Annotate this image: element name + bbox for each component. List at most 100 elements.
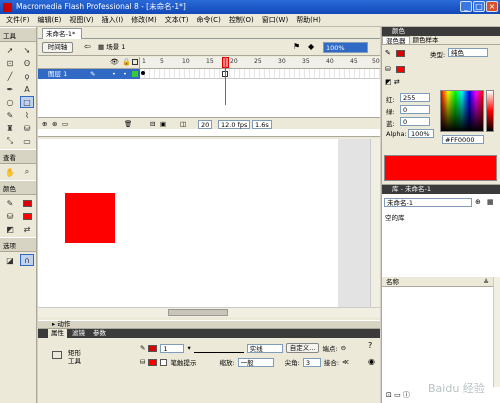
- library-panel-header[interactable]: 库 - 未命名-1: [382, 185, 500, 194]
- zoom-select[interactable]: 100%: [323, 42, 368, 53]
- insert-layer-icon[interactable]: ⊕: [42, 120, 47, 128]
- stroke-color-swatch[interactable]: [20, 197, 34, 209]
- menu-commands[interactable]: 命令(C): [192, 15, 224, 25]
- free-transform-tool-icon[interactable]: ⊡: [3, 57, 17, 69]
- edit-multiple-frames-icon[interactable]: ◫: [180, 120, 186, 128]
- stroke-style-select[interactable]: 实线: [246, 343, 283, 353]
- library-column-header[interactable]: 名称 ≜: [382, 277, 493, 287]
- brightness-slider[interactable]: [486, 90, 494, 132]
- tab-filters[interactable]: 滤镜: [69, 329, 88, 338]
- menu-file[interactable]: 文件(F): [2, 15, 34, 25]
- tab-color-swatches[interactable]: 颜色样本: [410, 36, 442, 44]
- lasso-alt-icon[interactable]: ϙ: [20, 70, 34, 82]
- pin-library-icon[interactable]: ⊕: [475, 198, 481, 206]
- mixer-stroke-swatch[interactable]: [396, 50, 405, 57]
- hinting-checkbox[interactable]: [160, 358, 168, 366]
- hand-tool-icon[interactable]: ✋: [3, 166, 17, 178]
- menu-control[interactable]: 控制(O): [225, 15, 258, 25]
- fill-color-swatch[interactable]: [20, 210, 34, 222]
- color-panel-header[interactable]: 颜色: [382, 27, 500, 36]
- lock-icon[interactable]: 🔒: [122, 58, 131, 66]
- menu-insert[interactable]: 插入(I): [98, 15, 128, 25]
- join-select-icon[interactable]: ≪: [342, 358, 349, 366]
- edit-symbol-icon[interactable]: ◆: [308, 42, 314, 51]
- close-button[interactable]: ×: [486, 1, 498, 12]
- default-colors-icon[interactable]: ◩: [3, 223, 17, 235]
- paint-bucket-tool-icon[interactable]: ⛁: [20, 122, 34, 134]
- menu-help[interactable]: 帮助(H): [292, 15, 325, 25]
- frames-row[interactable]: [140, 57, 380, 105]
- motion-guide-icon[interactable]: ⊛: [52, 120, 57, 128]
- edit-scene-icon[interactable]: ⚑: [293, 42, 300, 51]
- selection-tool-icon[interactable]: ➚: [3, 44, 17, 56]
- subselection-tool-icon[interactable]: ➘: [20, 44, 34, 56]
- endpoint-select-icon[interactable]: ⊖: [341, 344, 346, 352]
- brush-tool-icon[interactable]: ⌇: [20, 109, 34, 121]
- alpha-field[interactable]: 100%: [408, 129, 434, 138]
- outline-color-swatch[interactable]: [132, 71, 138, 77]
- library-footer-icons[interactable]: ⊡ ▭ ⓘ: [386, 390, 410, 400]
- object-drawing-icon[interactable]: ◪: [3, 254, 17, 266]
- stroke-width-arrow-icon[interactable]: ▾: [187, 344, 190, 352]
- back-arrow-icon[interactable]: ⇦: [84, 42, 91, 51]
- new-library-icon[interactable]: ▦: [487, 198, 494, 206]
- menu-window[interactable]: 窗口(W): [258, 15, 292, 25]
- red-field[interactable]: 255: [400, 93, 430, 102]
- hex-color-field[interactable]: #FF0000: [442, 135, 484, 144]
- center-frame-icon[interactable]: ⊟: [150, 120, 155, 128]
- keyframe-dot[interactable]: [141, 71, 145, 75]
- menu-modify[interactable]: 修改(M): [127, 15, 161, 25]
- fill-color-button[interactable]: [148, 358, 158, 366]
- mixer-default-icon[interactable]: ◩ ⇄: [385, 78, 400, 86]
- zoom-tool-icon[interactable]: ⌕: [20, 166, 34, 178]
- color-spectrum-picker[interactable]: [440, 90, 484, 132]
- pen-tool-icon[interactable]: ✒: [3, 83, 17, 95]
- oval-tool-icon[interactable]: ○: [3, 96, 17, 108]
- color-type-select[interactable]: 纯色: [448, 48, 488, 57]
- outline-icon[interactable]: [132, 59, 138, 65]
- stage-horizontal-scrollbar[interactable]: [38, 307, 380, 317]
- actions-panel-bar[interactable]: ▸ 动作: [38, 320, 380, 328]
- text-tool-icon[interactable]: A: [20, 83, 34, 95]
- insert-folder-icon[interactable]: ▭: [62, 120, 68, 128]
- blue-field[interactable]: 0: [400, 117, 430, 126]
- red-rectangle-shape[interactable]: [65, 193, 115, 243]
- visibility-dot[interactable]: •: [112, 69, 116, 79]
- layer-row[interactable]: 图层 1 ✎ • •: [38, 69, 140, 79]
- custom-stroke-button[interactable]: 自定义...: [285, 343, 320, 353]
- sort-order-icon[interactable]: ≜: [484, 277, 489, 287]
- scale-select[interactable]: 一般: [237, 357, 274, 367]
- menu-text[interactable]: 文本(T): [161, 15, 193, 25]
- menu-edit[interactable]: 编辑(E): [34, 15, 66, 25]
- delete-layer-icon[interactable]: 🗑: [124, 120, 132, 128]
- onion-skin-icon[interactable]: ▣: [160, 120, 166, 128]
- pencil-tool-icon[interactable]: ✎: [3, 109, 17, 121]
- eyedropper-tool-icon[interactable]: ⤡: [3, 135, 17, 147]
- help-icon[interactable]: ?: [368, 341, 372, 350]
- maximize-button[interactable]: □: [473, 1, 485, 12]
- miter-field[interactable]: 3: [302, 357, 321, 367]
- eye-icon[interactable]: 👁: [110, 58, 119, 66]
- rectangle-tool-icon[interactable]: □: [20, 96, 34, 108]
- collapse-props-icon[interactable]: ◉: [368, 357, 375, 366]
- line-tool-icon[interactable]: ╱: [3, 70, 17, 82]
- frame-rate-field[interactable]: 12.0 fps: [218, 120, 251, 129]
- lock-dot[interactable]: •: [123, 69, 127, 79]
- green-field[interactable]: 0: [400, 105, 430, 114]
- stroke-color-button[interactable]: [148, 344, 158, 352]
- eraser-tool-icon[interactable]: ▭: [20, 135, 34, 147]
- mixer-fill-swatch[interactable]: [396, 66, 405, 73]
- document-tab[interactable]: 未命名-1*: [42, 28, 82, 39]
- ink-bottle-tool-icon[interactable]: ♜: [3, 122, 17, 134]
- scroll-thumb[interactable]: [168, 309, 228, 316]
- tab-parameters[interactable]: 参数: [90, 329, 109, 338]
- scene-breadcrumb[interactable]: ▦ 场景 1: [98, 42, 125, 53]
- stage-vertical-scrollbar[interactable]: [370, 139, 380, 307]
- tab-properties[interactable]: 属性: [48, 329, 67, 338]
- tab-color-mixer[interactable]: 混色器: [382, 36, 410, 45]
- library-document-select[interactable]: 未命名-1: [384, 198, 472, 207]
- menu-view[interactable]: 视图(V): [65, 15, 97, 25]
- lasso-tool-icon[interactable]: ʘ: [20, 57, 34, 69]
- timeline-toggle-button[interactable]: 时间轴: [42, 42, 73, 53]
- snap-magnet-icon[interactable]: ∩: [20, 254, 34, 266]
